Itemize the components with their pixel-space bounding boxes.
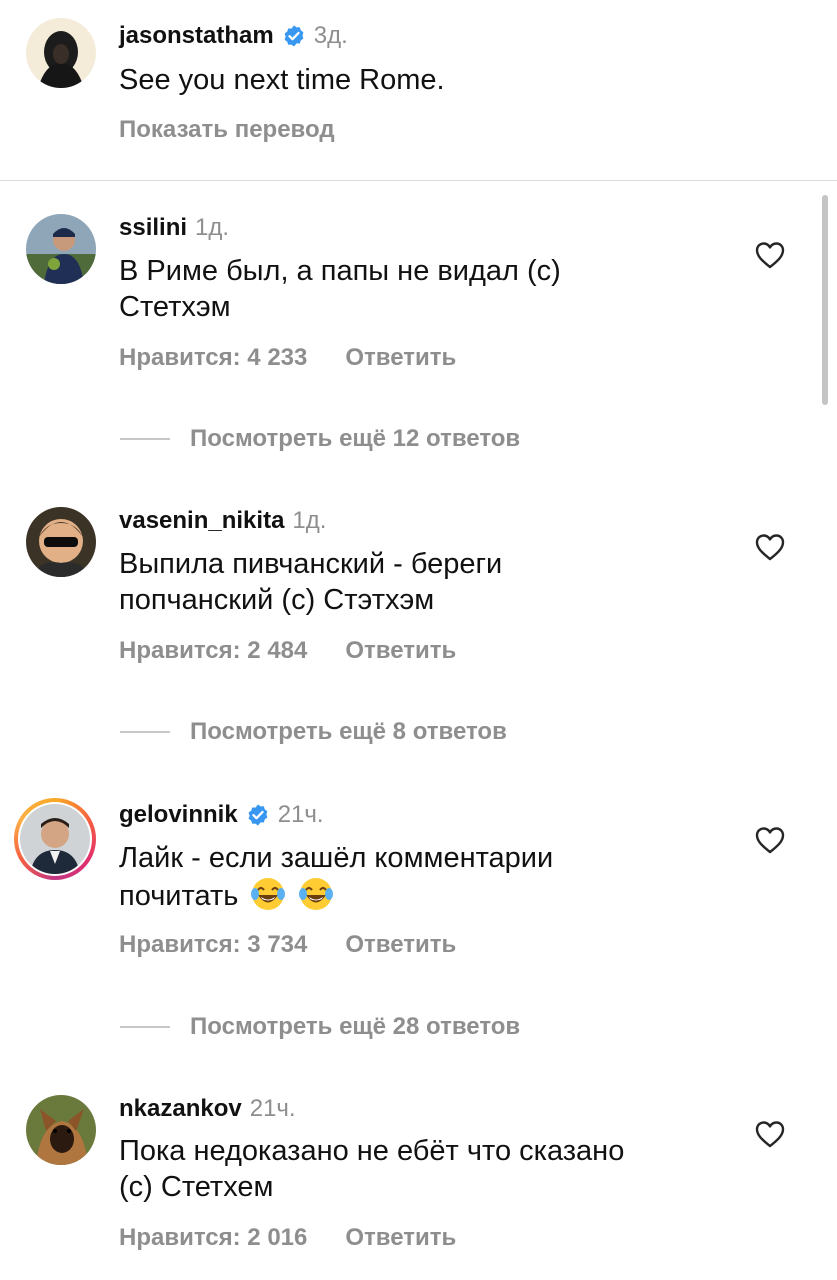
comment-username[interactable]: gelovinnik (119, 801, 238, 829)
reply-button[interactable]: Ответить (345, 1224, 456, 1252)
likes-count[interactable]: Нравится: 2 016 (119, 1224, 307, 1252)
replies-divider-line (120, 438, 170, 440)
comment-text-line: Стетхэм (119, 291, 231, 323)
comment-text: Лайк - если зашёл комментарии почитать (119, 840, 739, 914)
view-more-replies-label: Посмотреть ещё 28 ответов (190, 1013, 521, 1040)
comment-avatar[interactable] (26, 214, 96, 284)
comment-text-line: Выпила пивчанский - береги (119, 548, 503, 580)
comment-avatar[interactable] (26, 507, 96, 577)
verified-badge-icon (246, 803, 270, 827)
caption-avatar[interactable] (26, 18, 96, 88)
comment-actions: Нравится: 2 016 Ответить (119, 1224, 456, 1252)
view-more-replies-button[interactable]: Посмотреть ещё 28 ответов (120, 1013, 520, 1041)
comment-time: 1д. (292, 507, 327, 534)
comment-header: ssilini 1д. (119, 212, 229, 244)
caption-header: jasonstatham 3д. (119, 20, 348, 52)
comment-username[interactable]: ssilini (119, 214, 187, 242)
reply-button[interactable]: Ответить (345, 931, 456, 959)
comment-username[interactable]: nkazankov (119, 1095, 242, 1123)
replies-divider-line (120, 731, 170, 733)
like-heart-icon[interactable] (755, 241, 785, 269)
comment-text-line-2: почитать (119, 876, 739, 914)
view-more-replies-label: Посмотреть ещё 8 ответов (190, 718, 507, 745)
comment-header: gelovinnik 21ч. (119, 799, 324, 831)
comment-actions: Нравится: 4 233 Ответить (119, 344, 456, 372)
caption-username[interactable]: jasonstatham (119, 22, 274, 50)
comment-text: В Риме был, а папы не видал (с) Стетхэм (119, 253, 739, 325)
tears-of-joy-emoji (250, 876, 286, 912)
tears-of-joy-emoji (298, 876, 334, 912)
like-heart-icon[interactable] (755, 1120, 785, 1148)
caption-text: See you next time Rome. (119, 64, 445, 96)
comment-time: 21ч. (277, 801, 324, 828)
like-heart-icon[interactable] (755, 533, 785, 561)
reply-button[interactable]: Ответить (345, 637, 456, 665)
post-caption: jasonstatham 3д. See you next time Rome.… (0, 0, 837, 180)
comment-text-line: Лайк - если зашёл комментарии (119, 842, 554, 874)
comment-avatar[interactable] (26, 1095, 96, 1165)
comment-text: Пока недоказано не ебёт что сказано (с) … (119, 1133, 759, 1205)
replies-divider-line (120, 1026, 170, 1028)
view-more-replies-button[interactable]: Посмотреть ещё 12 ответов (120, 425, 520, 453)
comment-header: nkazankov 21ч. (119, 1093, 296, 1125)
like-heart-icon[interactable] (755, 826, 785, 854)
comment-text-line: попчанский (с) Стэтхэм (119, 584, 435, 616)
comment-actions: Нравится: 3 734 Ответить (119, 931, 456, 959)
likes-count[interactable]: Нравится: 3 734 (119, 931, 307, 959)
comment-time: 21ч. (249, 1095, 296, 1122)
verified-badge-icon (282, 24, 306, 48)
caption-divider (0, 180, 837, 181)
comment-text-line: В Риме был, а папы не видал (с) (119, 255, 561, 287)
comment-text: Выпила пивчанский - береги попчанский (с… (119, 546, 739, 618)
view-more-replies-button[interactable]: Посмотреть ещё 8 ответов (120, 718, 507, 746)
comment-text-line: почитать (119, 880, 239, 912)
show-translation-button[interactable]: Показать перевод (119, 116, 335, 144)
comment-username[interactable]: vasenin_nikita (119, 507, 284, 535)
likes-count[interactable]: Нравится: 2 484 (119, 637, 307, 665)
comment-text-line: (с) Стетхем (119, 1171, 274, 1203)
comment-header: vasenin_nikita 1д. (119, 505, 326, 537)
comment-time: 1д. (195, 214, 230, 241)
scrollbar[interactable] (822, 195, 828, 405)
comment-text-line: Пока недоказано не ебёт что сказано (119, 1135, 625, 1167)
comment-avatar[interactable] (20, 804, 90, 874)
comment-actions: Нравится: 2 484 Ответить (119, 637, 456, 665)
reply-button[interactable]: Ответить (345, 344, 456, 372)
likes-count[interactable]: Нравится: 4 233 (119, 344, 307, 372)
view-more-replies-label: Посмотреть ещё 12 ответов (190, 425, 521, 452)
caption-time: 3д. (313, 22, 348, 49)
